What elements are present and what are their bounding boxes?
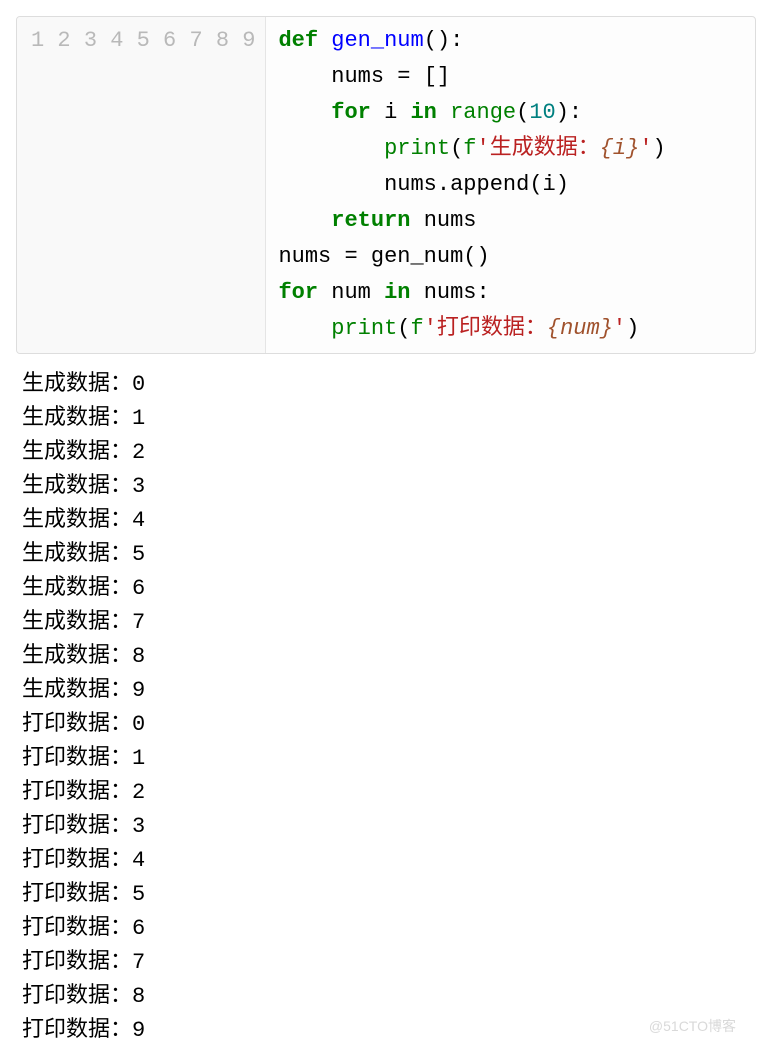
line-number: 2 — [57, 28, 70, 53]
line-number: 9 — [242, 28, 255, 53]
output-line: 生成数据：1 — [22, 406, 145, 431]
code-line: nums = gen_num() — [278, 244, 489, 269]
output-line: 打印数据：1 — [22, 746, 145, 771]
output-line: 打印数据：9 — [22, 1018, 145, 1043]
code-line: def gen_num(): — [278, 28, 463, 53]
watermark: @51CTO博客 — [649, 1016, 736, 1036]
output-line: 生成数据：0 — [22, 372, 145, 397]
line-number: 3 — [84, 28, 97, 53]
code-line: print(f'生成数据：{i}') — [278, 136, 665, 161]
code-content: def gen_num(): nums = [] for i in range(… — [266, 17, 677, 353]
output-line: 打印数据：6 — [22, 916, 145, 941]
output-line: 打印数据：3 — [22, 814, 145, 839]
code-line: for i in range(10): — [278, 100, 582, 125]
output-line: 生成数据：7 — [22, 610, 145, 635]
output-line: 生成数据：5 — [22, 542, 145, 567]
output-block: 生成数据：0 生成数据：1 生成数据：2 生成数据：3 生成数据：4 生成数据：… — [16, 368, 756, 1048]
code-line: return nums — [278, 208, 476, 233]
line-number: 1 — [31, 28, 44, 53]
line-number: 8 — [216, 28, 229, 53]
output-line: 打印数据：0 — [22, 712, 145, 737]
output-line: 生成数据：8 — [22, 644, 145, 669]
line-number: 4 — [110, 28, 123, 53]
output-line: 打印数据：2 — [22, 780, 145, 805]
line-number-gutter: 1 2 3 4 5 6 7 8 9 — [17, 17, 266, 353]
code-line: nums = [] — [278, 64, 450, 89]
output-line: 打印数据：8 — [22, 984, 145, 1009]
line-number: 5 — [137, 28, 150, 53]
code-line: print(f'打印数据：{num}') — [278, 316, 639, 341]
line-number: 7 — [189, 28, 202, 53]
output-line: 生成数据：4 — [22, 508, 145, 533]
output-line: 打印数据：5 — [22, 882, 145, 907]
output-line: 生成数据：9 — [22, 678, 145, 703]
output-line: 打印数据：7 — [22, 950, 145, 975]
output-line: 生成数据：2 — [22, 440, 145, 465]
line-number: 6 — [163, 28, 176, 53]
code-line: nums.append(i) — [278, 172, 568, 197]
output-line: 打印数据：4 — [22, 848, 145, 873]
code-block: 1 2 3 4 5 6 7 8 9 def gen_num(): nums = … — [16, 16, 756, 354]
output-line: 生成数据：6 — [22, 576, 145, 601]
output-line: 生成数据：3 — [22, 474, 145, 499]
code-line: for num in nums: — [278, 280, 489, 305]
